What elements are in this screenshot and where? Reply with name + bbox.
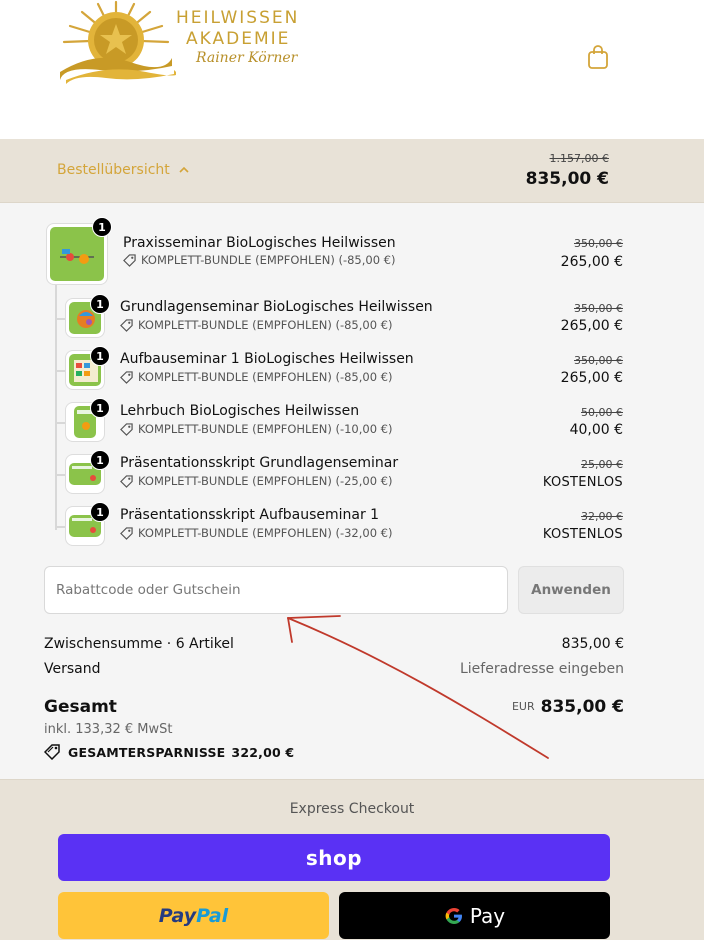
shipping-label: Versand — [44, 661, 101, 677]
sun-logo-icon — [60, 0, 176, 84]
quantity-badge: 1 — [90, 450, 110, 470]
item-bundle: KOMPLETT-BUNDLE (EMPFOHLEN) (-32,00 €) — [120, 526, 392, 540]
tax-label: inkl. 133,32 € MwSt — [44, 722, 173, 737]
savings-label: GESAMTERSPARNISSE — [68, 744, 226, 760]
discount-code-input[interactable] — [44, 566, 508, 614]
subtotal-value: 835,00 € — [561, 636, 624, 652]
total-value: 835,00 € — [540, 697, 624, 717]
brand-line3: Rainer Körner — [196, 50, 298, 66]
item-name: Präsentationsskript Aufbauseminar 1 — [120, 507, 380, 523]
item-name: Grundlagenseminar BioLogisches Heilwisse… — [120, 299, 433, 315]
item-bundle-label: KOMPLETT-BUNDLE (EMPFOHLEN) (-25,00 €) — [138, 474, 393, 488]
item-old-price: 50,00 € — [581, 406, 623, 419]
google-g-icon — [445, 907, 462, 924]
total-currency: EUR — [511, 700, 535, 713]
savings-value: 322,00 € — [231, 744, 295, 760]
item-price: 265,00 € — [560, 254, 623, 270]
tree-branch — [55, 318, 65, 320]
item-bundle-label: KOMPLETT-BUNDLE (EMPFOHLEN) (-85,00 €) — [138, 318, 393, 332]
brand-line2: AKADEMIE — [186, 29, 291, 49]
summary-old-total: 1.157,00 € — [549, 152, 609, 165]
google-pay-label: Pay — [469, 903, 506, 928]
tag-icon — [120, 474, 133, 488]
item-price: KOSTENLOS — [542, 475, 623, 490]
item-name: Praxisseminar BioLogisches Heilwissen — [123, 235, 396, 251]
tree-branch — [55, 526, 65, 528]
item-price: 265,00 € — [560, 318, 623, 334]
shopping-bag-icon[interactable] — [586, 44, 610, 70]
tree-branch — [55, 370, 65, 372]
total-savings: GESAMTERSPARNISSE 322,00 € — [44, 744, 294, 760]
item-name: Lehrbuch BioLogisches Heilwissen — [120, 403, 360, 419]
quantity-badge: 1 — [90, 294, 110, 314]
item-bundle: KOMPLETT-BUNDLE (EMPFOHLEN) (-85,00 €) — [123, 253, 395, 267]
google-pay-button[interactable]: Pay — [339, 892, 610, 939]
item-old-price: 350,00 € — [574, 237, 623, 250]
item-name: Aufbauseminar 1 BioLogisches Heilwissen — [120, 351, 414, 367]
apply-discount-button[interactable]: Anwenden — [518, 566, 624, 614]
item-bundle-label: KOMPLETT-BUNDLE (EMPFOHLEN) (-10,00 €) — [138, 422, 393, 436]
savings-tag-icon — [44, 744, 60, 760]
header: HEILWISSEN AKADEMIE Rainer Körner — [0, 0, 704, 139]
item-old-price: 350,00 € — [574, 354, 623, 367]
shop-pay-button[interactable]: shop — [58, 834, 610, 881]
item-bundle-label: KOMPLETT-BUNDLE (EMPFOHLEN) (-85,00 €) — [141, 253, 396, 267]
item-old-price: 32,00 € — [581, 510, 623, 523]
paypal-button[interactable]: PayPal — [58, 892, 329, 939]
item-price: 265,00 € — [560, 370, 623, 386]
shipping-value: Lieferadresse eingeben — [459, 661, 624, 677]
order-summary-label: Bestellübersicht — [57, 162, 170, 178]
express-checkout: Express Checkout shop PayPal Pay — [0, 779, 704, 940]
tree-branch — [55, 474, 65, 476]
item-price: KOSTENLOS — [542, 527, 623, 542]
order-summary-bar[interactable]: Bestellübersicht 1.157,00 € 835,00 € — [0, 139, 704, 203]
item-bundle: KOMPLETT-BUNDLE (EMPFOHLEN) (-85,00 €) — [120, 370, 392, 384]
bundle-tree-line — [55, 285, 57, 530]
chevron-up-icon — [179, 166, 189, 173]
item-bundle: KOMPLETT-BUNDLE (EMPFOHLEN) (-85,00 €) — [120, 318, 392, 332]
item-price: 40,00 € — [569, 422, 623, 438]
quantity-badge: 1 — [90, 502, 110, 522]
order-summary-toggle[interactable]: Bestellübersicht — [57, 162, 190, 178]
tree-branch — [55, 422, 65, 424]
summary-total: 835,00 € — [525, 169, 609, 189]
express-checkout-title: Express Checkout — [289, 801, 415, 817]
paypal-logo-part1: Pay — [158, 904, 197, 927]
subtotal-label: Zwischensumme · 6 Artikel — [44, 636, 234, 652]
paypal-logo-part2: Pal — [196, 904, 229, 927]
tag-icon — [120, 422, 133, 436]
tag-icon — [120, 370, 133, 384]
tag-icon — [123, 253, 136, 267]
item-old-price: 350,00 € — [574, 302, 623, 315]
item-bundle-label: KOMPLETT-BUNDLE (EMPFOHLEN) (-85,00 €) — [138, 370, 393, 384]
tag-icon — [120, 526, 133, 540]
brand-line1: HEILWISSEN — [176, 8, 300, 28]
brand-logo[interactable]: HEILWISSEN AKADEMIE Rainer Körner — [56, 0, 316, 90]
item-name: Präsentationsskript Grundlagenseminar — [120, 455, 399, 471]
quantity-badge: 1 — [90, 346, 110, 366]
total-label: Gesamt — [44, 697, 117, 717]
item-old-price: 25,00 € — [581, 458, 623, 471]
item-bundle-label: KOMPLETT-BUNDLE (EMPFOHLEN) (-32,00 €) — [138, 526, 393, 540]
item-bundle: KOMPLETT-BUNDLE (EMPFOHLEN) (-10,00 €) — [120, 422, 392, 436]
quantity-badge: 1 — [90, 398, 110, 418]
tag-icon — [120, 318, 133, 332]
item-bundle: KOMPLETT-BUNDLE (EMPFOHLEN) (-25,00 €) — [120, 474, 392, 488]
quantity-badge: 1 — [92, 217, 112, 237]
